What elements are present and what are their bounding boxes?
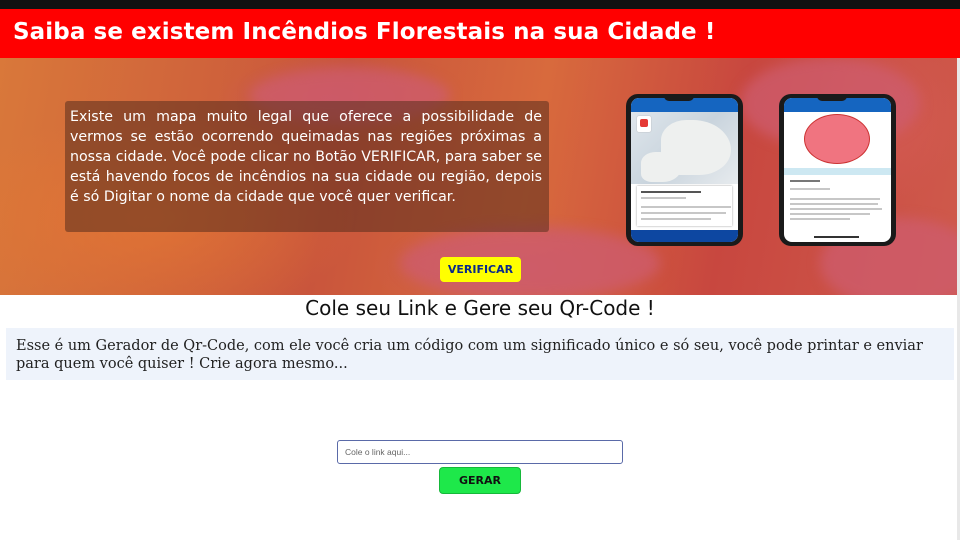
phone-map-screenshot (626, 94, 743, 246)
phone-map-image (631, 112, 738, 184)
hero-banner: Existe um mapa muito legal que oferece a… (0, 58, 960, 295)
phone-screen (784, 98, 891, 242)
qrcode-section-title: Cole seu Link e Gere seu Qr-Code ! (305, 296, 655, 320)
link-input[interactable] (337, 440, 623, 464)
page-header: Saiba se existem Incêndios Florestais na… (0, 9, 960, 58)
phone-screen (631, 98, 738, 242)
hero-text-box: Existe um mapa muito legal que oferece a… (65, 101, 549, 232)
generate-button[interactable]: GERAR (439, 467, 521, 494)
page-title: Saiba se existem Incêndios Florestais na… (13, 19, 716, 45)
hero-background-river (400, 228, 660, 295)
hero-description: Existe um mapa muito legal que oferece a… (70, 109, 542, 205)
browser-top-strip (0, 0, 960, 9)
qrcode-description: Esse é um Gerador de Qr-Code, com ele vo… (16, 338, 923, 372)
fire-area-circle (804, 114, 870, 164)
phone-alert-screenshot (779, 94, 896, 246)
verify-button[interactable]: VERIFICAR (440, 257, 521, 282)
phone-bottom-nav (631, 230, 738, 242)
phone-alert-bar (784, 168, 891, 175)
fire-alert-icon (637, 116, 651, 132)
phone-info-card (637, 186, 732, 226)
qrcode-info-box: Esse é um Gerador de Qr-Code, com ele vo… (6, 328, 954, 380)
